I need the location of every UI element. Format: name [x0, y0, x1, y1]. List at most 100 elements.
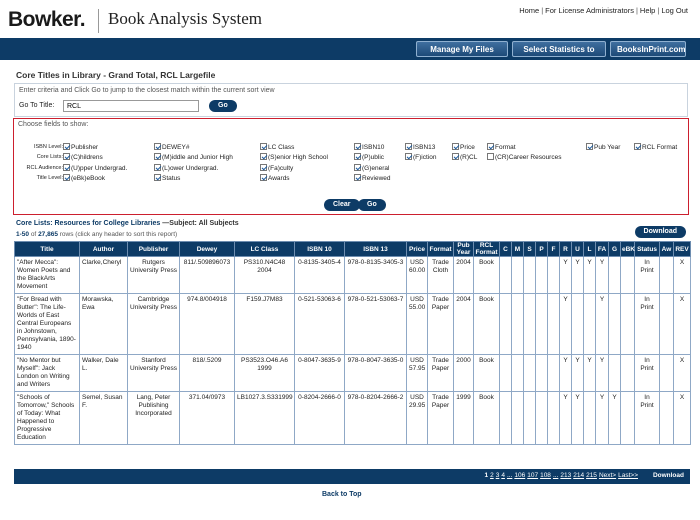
page-link[interactable]: 2: [490, 472, 494, 479]
checkbox-box[interactable]: [63, 153, 70, 160]
column-header[interactable]: Dewey: [179, 241, 235, 257]
page-link[interactable]: 214: [573, 472, 584, 479]
checkbox-box[interactable]: [63, 143, 70, 150]
column-header[interactable]: Publisher: [127, 241, 180, 257]
checkbox-reviewed[interactable]: Reviewed: [354, 174, 391, 183]
column-header[interactable]: Price: [406, 241, 428, 257]
checkbox-price[interactable]: Price: [452, 143, 475, 152]
column-header[interactable]: F: [547, 241, 560, 257]
checkbox-rcl[interactable]: (R)CL: [452, 153, 477, 162]
checkbox-box[interactable]: [487, 153, 494, 160]
checkbox-upper-undergrad[interactable]: (U)pper Undergrad.: [63, 164, 127, 173]
booksinprint-button[interactable]: BooksInPrint.com: [610, 41, 686, 57]
checkbox-box[interactable]: [487, 143, 494, 150]
page-link[interactable]: 106: [514, 472, 525, 479]
goto-go-button[interactable]: Go: [209, 100, 237, 112]
checkbox-awards[interactable]: Awards: [260, 174, 290, 183]
column-header[interactable]: U: [571, 241, 584, 257]
checkbox-pub-year[interactable]: Pub Year: [586, 143, 620, 152]
checkbox-box[interactable]: [260, 174, 267, 181]
clear-button[interactable]: Clear: [324, 199, 360, 211]
select-statistics-button[interactable]: Select Statistics to View: [512, 41, 606, 70]
fields-go-button[interactable]: Go: [358, 199, 386, 211]
checkbox-public[interactable]: (P)ublic: [354, 153, 384, 162]
column-header[interactable]: M: [511, 241, 524, 257]
column-header[interactable]: C: [499, 241, 512, 257]
checkbox-career-resources[interactable]: (CR)Career Resources: [487, 153, 561, 162]
checkbox-isbn13[interactable]: ISBN13: [405, 143, 435, 152]
page-link[interactable]: Last>>: [618, 472, 638, 479]
checkbox-senior-high[interactable]: (S)enior High School: [260, 153, 328, 162]
page-link[interactable]: 108: [540, 472, 551, 479]
column-header[interactable]: L: [583, 241, 596, 257]
goto-title-input[interactable]: [63, 100, 199, 112]
bowker-logo[interactable]: Bowker.: [8, 8, 86, 32]
column-header[interactable]: REV: [673, 241, 691, 257]
checkbox-box[interactable]: [63, 174, 70, 181]
checkbox-lower-undergrad[interactable]: (L)ower Undergrad.: [154, 164, 218, 173]
column-header[interactable]: Author: [79, 241, 128, 257]
column-header[interactable]: R: [559, 241, 572, 257]
checkbox-publisher[interactable]: Publisher: [63, 143, 98, 152]
column-header[interactable]: RCL Format: [473, 241, 500, 257]
checkbox-box[interactable]: [452, 153, 459, 160]
column-header[interactable]: ISBN 10: [294, 241, 345, 257]
checkbox-box[interactable]: [354, 153, 361, 160]
page-link[interactable]: 107: [527, 472, 538, 479]
license-admin-link[interactable]: For License Administrators: [545, 6, 634, 15]
checkbox-box[interactable]: [260, 143, 267, 150]
checkbox-rcl-format[interactable]: RCL Format: [634, 143, 677, 152]
column-header[interactable]: Aw: [659, 241, 674, 257]
checkbox-box[interactable]: [354, 174, 361, 181]
page-link[interactable]: 3: [496, 472, 500, 479]
checkbox-box[interactable]: [154, 174, 161, 181]
checkbox-box[interactable]: [405, 153, 412, 160]
checkbox-box[interactable]: [634, 143, 641, 150]
column-header[interactable]: FA: [595, 241, 609, 257]
page-link[interactable]: 215: [586, 472, 597, 479]
column-header[interactable]: Format: [427, 241, 454, 257]
checkbox-box[interactable]: [63, 164, 70, 171]
checkbox-box[interactable]: [154, 164, 161, 171]
page-link[interactable]: 4: [501, 472, 505, 479]
checkbox-box[interactable]: [260, 164, 267, 171]
page-link[interactable]: 1: [484, 472, 488, 479]
page-link[interactable]: Next>: [599, 472, 616, 479]
checkbox-format[interactable]: Format: [487, 143, 516, 152]
column-header[interactable]: Pub Year: [453, 241, 474, 257]
checkbox-faculty[interactable]: (Fa)culty: [260, 164, 293, 173]
checkbox-box[interactable]: [154, 153, 161, 160]
checkbox-box[interactable]: [586, 143, 593, 150]
checkbox-isbn10[interactable]: ISBN10: [354, 143, 384, 152]
page-link[interactable]: 213: [560, 472, 571, 479]
checkbox-middle-junior[interactable]: (M)iddle and Junior High: [154, 153, 233, 162]
checkbox-box[interactable]: [154, 143, 161, 150]
checkbox-box[interactable]: [260, 153, 267, 160]
column-header[interactable]: S: [523, 241, 536, 257]
checkbox-status[interactable]: Status: [154, 174, 180, 183]
column-header[interactable]: Title: [14, 241, 80, 257]
manage-files-button[interactable]: Manage My Files: [416, 41, 508, 57]
home-link[interactable]: Home: [519, 6, 539, 15]
checkbox-box[interactable]: [452, 143, 459, 150]
back-to-top-link[interactable]: Back to Top: [322, 491, 362, 498]
checkbox-ebook[interactable]: (eBk)eBook: [63, 174, 105, 183]
help-link[interactable]: Help: [640, 6, 655, 15]
checkbox-dewey[interactable]: DEWEY#: [154, 143, 189, 152]
column-header[interactable]: LC Class: [234, 241, 295, 257]
checkbox-childrens[interactable]: (C)hildrens: [63, 153, 103, 162]
logout-link[interactable]: Log Out: [661, 6, 688, 15]
checkbox-general[interactable]: (G)eneral: [354, 164, 389, 173]
column-header[interactable]: G: [608, 241, 621, 257]
checkbox-box[interactable]: [405, 143, 412, 150]
checkbox-fiction[interactable]: (F)iction: [405, 153, 436, 162]
column-header[interactable]: eBK: [620, 241, 635, 257]
column-header[interactable]: Status: [634, 241, 660, 257]
checkbox-box[interactable]: [354, 164, 361, 171]
column-header[interactable]: ISBN 13: [344, 241, 407, 257]
column-header[interactable]: P: [535, 241, 548, 257]
pager-download-link[interactable]: Download: [653, 472, 684, 479]
checkbox-lc-class[interactable]: LC Class: [260, 143, 294, 152]
download-button[interactable]: Download: [634, 226, 686, 238]
checkbox-box[interactable]: [354, 143, 361, 150]
